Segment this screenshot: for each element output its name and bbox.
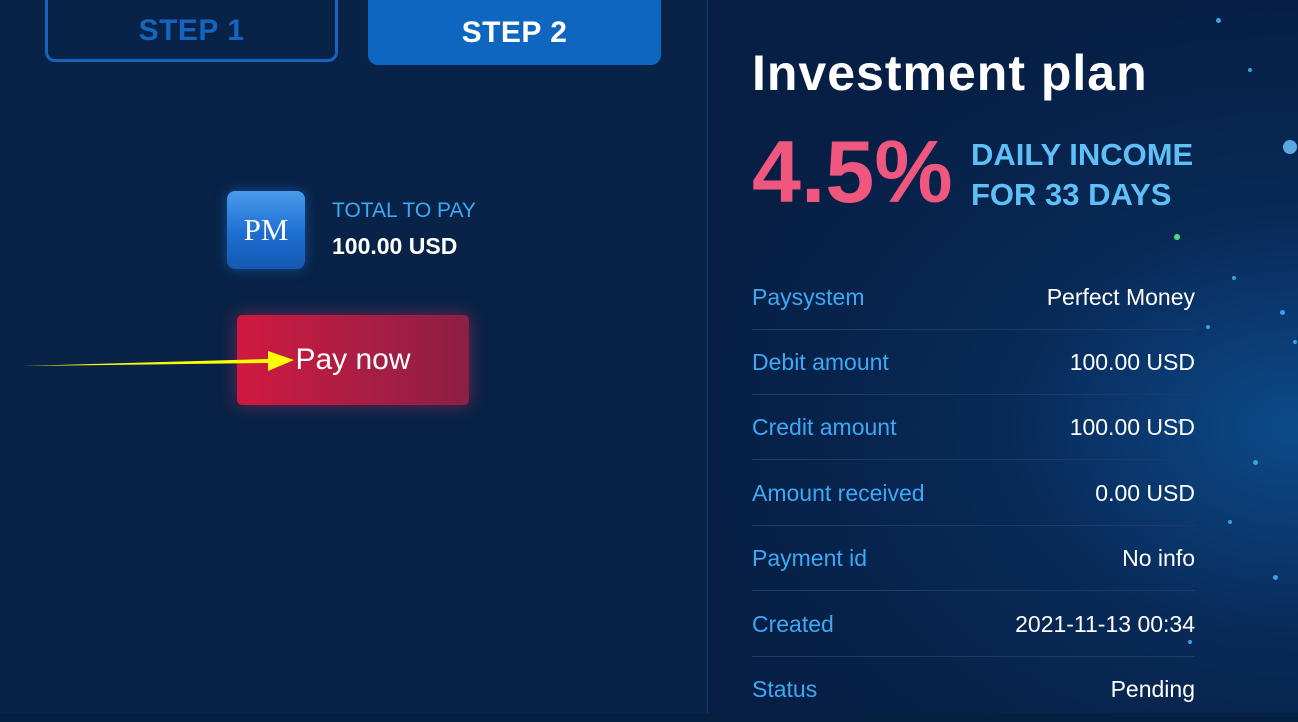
detail-value: 100.00 USD — [1069, 413, 1195, 440]
tab-step-2-label: STEP 2 — [461, 15, 568, 49]
daily-percent: 4.5% — [752, 122, 953, 221]
detail-label: Paysystem — [752, 283, 865, 310]
income-line-2: FOR 33 DAYS — [971, 177, 1172, 212]
income-line-1: DAILY INCOME — [971, 137, 1194, 172]
detail-label: Created — [752, 610, 834, 637]
arrow-right-icon — [22, 351, 294, 371]
plan-title: Investment plan — [752, 45, 1148, 101]
detail-label: Credit amount — [752, 413, 897, 440]
detail-row-paysystem: Paysystem Perfect Money — [752, 265, 1195, 330]
total-to-pay-amount: 100.00 USD — [332, 233, 458, 259]
detail-row-created: Created 2021-11-13 00:34 — [752, 592, 1195, 657]
logo-text: PM — [243, 212, 289, 247]
detail-row-debit: Debit amount 100.00 USD — [752, 330, 1195, 395]
detail-row-payment-id: Payment id No info — [752, 526, 1195, 591]
status-badge: Pending — [1110, 676, 1195, 702]
tab-step-1[interactable]: STEP 1 — [45, 0, 338, 62]
detail-value: 0.00 USD — [1095, 479, 1195, 506]
detail-label: Amount received — [752, 479, 925, 506]
total-to-pay-label: TOTAL TO PAY — [332, 199, 476, 222]
detail-label: Debit amount — [752, 348, 889, 375]
detail-value: 100.00 USD — [1069, 348, 1195, 375]
detail-label: Payment id — [752, 544, 868, 571]
detail-value: 2021-11-13 00:34 — [1015, 610, 1195, 637]
detail-value: Perfect Money — [1046, 283, 1195, 310]
detail-label: Status — [752, 676, 818, 702]
detail-row-credit: Credit amount 100.00 USD — [752, 395, 1195, 460]
tab-step-1-label: STEP 1 — [138, 14, 245, 47]
detail-row-status: Status Pending — [752, 657, 1195, 722]
detail-value: No info — [1122, 544, 1195, 571]
detail-row-received: Amount received 0.00 USD — [752, 461, 1195, 526]
tab-step-2[interactable]: STEP 2 — [368, 0, 661, 65]
perfect-money-logo-icon: PM — [227, 191, 305, 269]
pay-now-label: Pay now — [295, 343, 411, 376]
